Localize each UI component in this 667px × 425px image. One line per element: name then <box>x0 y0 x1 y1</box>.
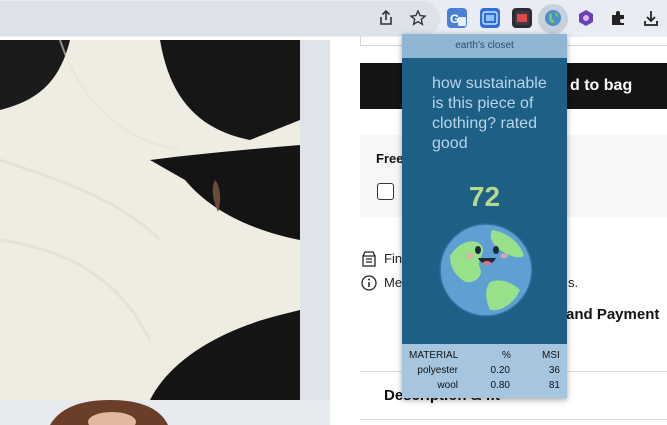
svg-text:G: G <box>450 12 459 26</box>
product-image[interactable] <box>0 40 330 400</box>
info-row-tail: s. <box>568 275 579 290</box>
product-image-secondary[interactable] <box>0 400 330 425</box>
info-row-store-text: Fin <box>384 251 403 266</box>
translate-icon[interactable]: G <box>447 8 467 28</box>
table-cell-msi: 81 <box>548 380 560 391</box>
store-icon <box>360 250 378 268</box>
smiling-earth-icon <box>436 220 536 320</box>
divider <box>360 419 667 420</box>
table-cell-msi: 36 <box>548 365 560 376</box>
share-icon[interactable] <box>375 7 397 29</box>
earths-closet-popup: earth's closet how sustainable is this p… <box>402 34 567 398</box>
extension-blue-icon[interactable] <box>480 8 500 28</box>
table-header-percent: % <box>502 350 511 361</box>
earths-closet-icon[interactable] <box>543 8 563 28</box>
table-header-material: MATERIAL <box>409 350 459 361</box>
extension-purple-icon[interactable] <box>576 8 596 28</box>
sustainability-question: how sustainable is this piece of clothin… <box>432 75 547 152</box>
free-label: Free <box>376 151 404 166</box>
sustainability-score: 72 <box>468 181 501 212</box>
table-cell-percent: 0.80 <box>490 380 510 391</box>
star-icon[interactable] <box>407 7 429 29</box>
puzzle-icon[interactable] <box>607 7 629 29</box>
popup-title: earth's closet <box>402 34 567 58</box>
download-icon[interactable] <box>640 7 662 29</box>
extension-dark-icon[interactable] <box>512 8 532 28</box>
add-to-bag-label: d to bag <box>570 77 633 94</box>
table-header-msi: MSI <box>542 350 560 361</box>
address-bar[interactable] <box>0 1 440 36</box>
table-cell-material: polyester <box>417 365 458 376</box>
browser-toolbar: G <box>0 0 667 37</box>
delivery-payment-heading[interactable]: and Payment <box>566 306 659 323</box>
table-cell-percent: 0.20 <box>490 365 510 376</box>
info-icon <box>360 274 378 292</box>
material-table: MATERIAL % MSI polyester 0.20 36 wool 0.… <box>402 344 567 398</box>
table-cell-material: wool <box>437 380 458 391</box>
free-option-checkbox[interactable] <box>377 183 394 200</box>
info-row-info-text: Me <box>384 275 403 290</box>
